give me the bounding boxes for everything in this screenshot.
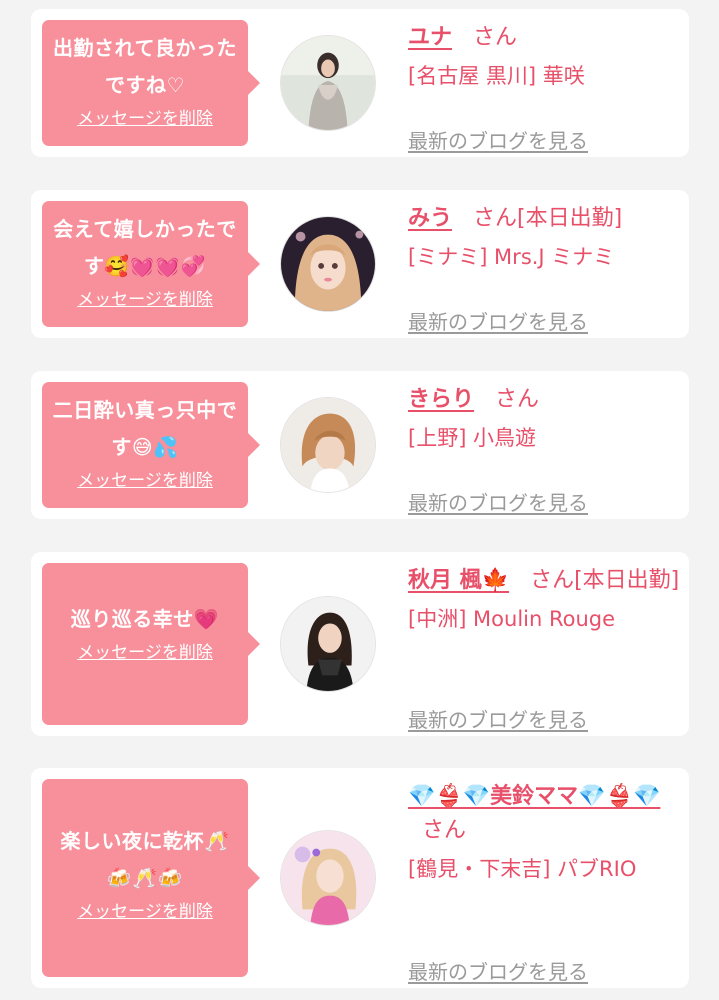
profile-name-link[interactable]: 💎👙💎美鈴ママ💎👙💎: [408, 784, 660, 809]
profile-name-link[interactable]: 秋月 楓🍁: [408, 568, 509, 593]
profile-info: 💎👙💎美鈴ママ💎👙💎 さん [鶴見・下末吉] パブRIO 最新のブログを見る: [408, 780, 680, 984]
delete-message-link[interactable]: メッセージを削除: [77, 470, 213, 492]
profile-info: 秋月 楓🍁 さん[本日出勤] [中洲] Moulin Rouge 最新のブログを…: [408, 564, 680, 732]
latest-blog-link[interactable]: 最新のブログを見る: [408, 306, 588, 335]
avatar-photo: [281, 36, 375, 130]
message-bubble: 二日酔い真っ只中です😅💦 メッセージを削除: [42, 382, 260, 508]
delete-message-link[interactable]: メッセージを削除: [77, 108, 213, 130]
message-text: 楽しい夜に乾杯🥂🍻🥂🍻: [60, 829, 230, 890]
message-bubble: 出勤されて良かったですね♡ メッセージを削除: [42, 20, 260, 146]
shop-name: [鶴見・下末吉] パブRIO: [408, 857, 637, 881]
shop-name: [中洲] Moulin Rouge: [408, 607, 616, 631]
profile-name-link[interactable]: きらり: [408, 387, 474, 412]
latest-blog-link[interactable]: 最新のブログを見る: [408, 704, 588, 733]
message-text: 出勤されて良かったですね♡: [53, 36, 237, 97]
list-item: 出勤されて良かったですね♡ メッセージを削除 ユナ さん [名古屋 黒川] 華咲…: [31, 9, 689, 157]
delete-message-link[interactable]: メッセージを削除: [77, 642, 213, 664]
list-item: 楽しい夜に乾杯🥂🍻🥂🍻 メッセージを削除 💎👙💎美鈴ママ💎👙💎 さん [鶴見・下…: [31, 768, 689, 988]
shop-name: [上野] 小鳥遊: [408, 426, 537, 450]
honorific: さん: [530, 568, 575, 593]
list-item: 巡り巡る幸せ💗 メッセージを削除 秋月 楓🍁 さん[本日出勤] [中洲] Mou…: [31, 552, 689, 736]
honorific: さん: [473, 25, 518, 50]
message-bubble: 巡り巡る幸せ💗 メッセージを削除: [42, 563, 260, 725]
delete-message-link[interactable]: メッセージを削除: [77, 289, 213, 311]
avatar[interactable]: [280, 35, 376, 131]
profile-info: ユナ さん [名古屋 黒川] 華咲 最新のブログを見る: [408, 21, 680, 153]
avatar-photo: [281, 597, 375, 691]
latest-blog-link[interactable]: 最新のブログを見る: [408, 956, 588, 985]
avatar[interactable]: [280, 596, 376, 692]
message-bubble: 会えて嬉しかったです🥰💓💓💞 メッセージを削除: [42, 201, 260, 327]
avatar-photo: [281, 398, 375, 492]
avatar[interactable]: [280, 830, 376, 926]
list-item: 会えて嬉しかったです🥰💓💓💞 メッセージを削除 みう さん[本日出勤] [ミナミ…: [31, 190, 689, 338]
shop-name: [ミナミ] Mrs.J ミナミ: [408, 245, 615, 269]
work-status: [本日出勤]: [517, 206, 623, 231]
shop-name: [名古屋 黒川] 華咲: [408, 64, 585, 88]
honorific: さん: [422, 818, 467, 843]
message-text: 巡り巡る幸せ💗: [70, 607, 220, 631]
avatar-photo: [281, 831, 375, 925]
profile-info: みう さん[本日出勤] [ミナミ] Mrs.J ミナミ 最新のブログを見る: [408, 202, 680, 334]
profile-info: きらり さん [上野] 小鳥遊 最新のブログを見る: [408, 383, 680, 515]
latest-blog-link[interactable]: 最新のブログを見る: [408, 487, 588, 516]
message-text: 会えて嬉しかったです🥰💓💓💞: [53, 217, 237, 278]
list-item: 二日酔い真っ只中です😅💦 メッセージを削除 きらり さん [上野] 小鳥遊 最新…: [31, 371, 689, 519]
message-bubble: 楽しい夜に乾杯🥂🍻🥂🍻 メッセージを削除: [42, 779, 260, 977]
latest-blog-link[interactable]: 最新のブログを見る: [408, 125, 588, 154]
honorific: さん: [495, 387, 540, 412]
honorific: さん: [473, 206, 518, 231]
delete-message-link[interactable]: メッセージを削除: [77, 901, 213, 923]
profile-name-link[interactable]: ユナ: [408, 25, 452, 50]
avatar[interactable]: [280, 216, 376, 312]
avatar[interactable]: [280, 397, 376, 493]
work-status: [本日出勤]: [574, 568, 680, 593]
avatar-photo: [281, 217, 375, 311]
message-text: 二日酔い真っ只中です😅💦: [52, 398, 238, 459]
profile-name-link[interactable]: みう: [408, 206, 452, 231]
